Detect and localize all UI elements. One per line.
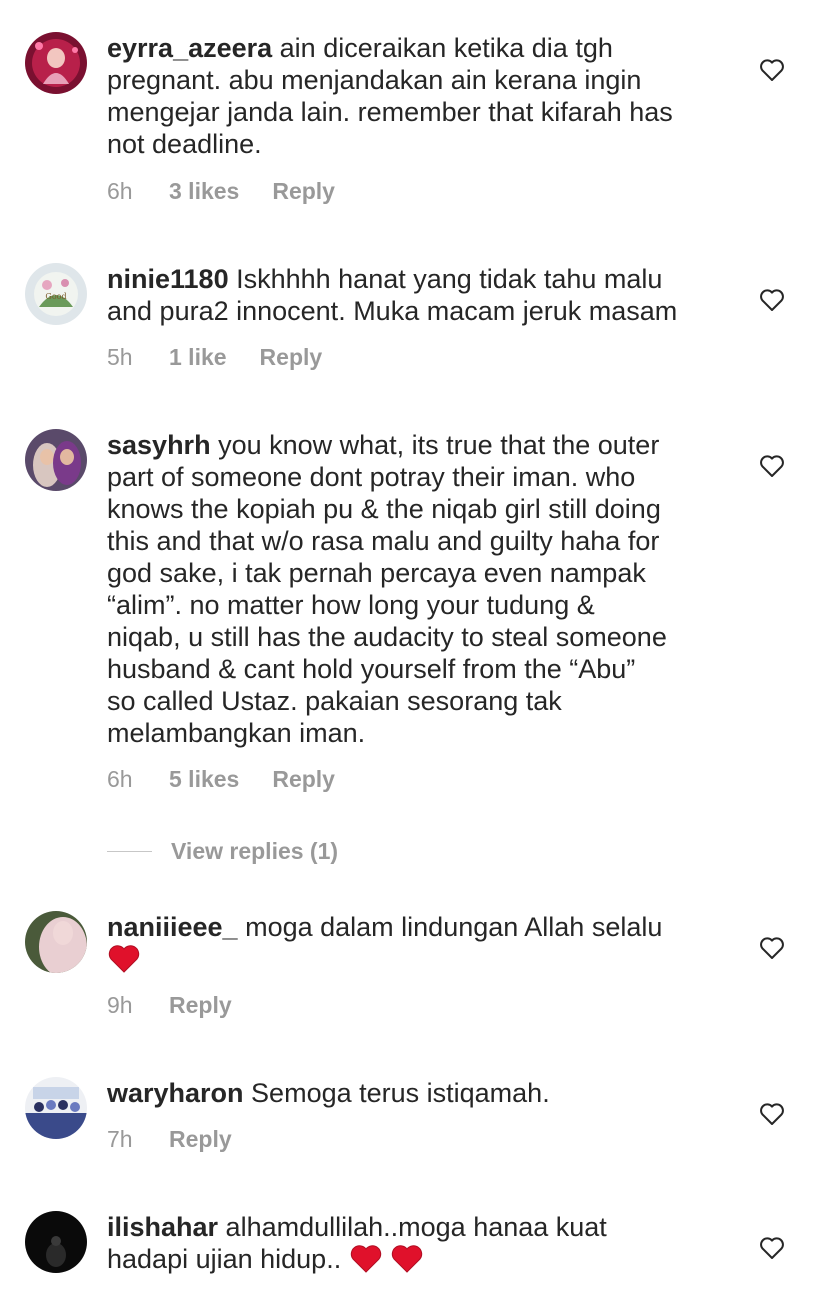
comment-body: you know what, its true that the outer p… [107,430,667,748]
reply-button[interactable]: Reply [272,178,335,205]
heart-outline-icon[interactable] [759,58,785,82]
avatar[interactable] [25,1077,87,1139]
svg-text:Good: Good [45,292,66,301]
comment-time: 6h [107,178,133,204]
comment-text: waryharon Semoga terus istiqamah. [107,1077,727,1109]
comment-time: 5h [107,344,133,370]
comment-body: moga dalam lindungan Allah selalu [245,912,663,942]
comment-text: eyrra_azeera ain diceraikan ketika dia t… [107,32,727,160]
reply-button[interactable]: Reply [169,1126,232,1153]
comment-time: 7h [107,1126,133,1152]
heart-outline-icon[interactable] [759,936,785,960]
avatar[interactable] [25,429,87,491]
heart-outline-icon[interactable] [759,288,785,312]
comment-username[interactable]: eyrra_azeera [107,33,272,63]
comment-body: Semoga terus istiqamah. [243,1078,550,1108]
divider-line [107,851,152,852]
red-heart-emoji-icon [392,1245,423,1273]
view-replies-label: View replies (1) [171,838,339,864]
avatar[interactable] [25,32,87,94]
comment-likes[interactable]: 1 like [169,344,227,371]
reply-button[interactable]: Reply [169,992,232,1019]
reply-button[interactable]: Reply [272,766,335,793]
avatar[interactable]: Good [25,263,87,325]
comment-likes[interactable]: 3 likes [169,178,239,205]
comment-time: 9h [107,992,133,1018]
comment-text: ninie1180 Iskhhhh hanat yang tidak tahu … [107,263,727,327]
heart-outline-icon[interactable] [759,1102,785,1126]
red-heart-emoji-icon [350,1245,381,1273]
heart-outline-icon[interactable] [759,1236,785,1260]
comment-meta: 6h 3 likes Reply [107,178,335,205]
comment-username[interactable]: ilishahar [107,1212,218,1242]
heart-outline-icon[interactable] [759,454,785,478]
comment-text: naniiieee_ moga dalam lindungan Allah se… [107,911,727,975]
red-heart-emoji-icon [108,945,140,973]
comment-text: sasyhrh you know what, its true that the… [107,429,727,749]
comment-meta: 7h Reply [107,1126,232,1153]
comment-username[interactable]: waryharon [107,1078,244,1108]
comment-text: ilishahar alhamdullilah..moga hanaa kuat… [107,1211,727,1275]
comment-username[interactable]: naniiieee_ [107,912,238,942]
comment-likes[interactable]: 5 likes [169,766,239,793]
comment-meta: 5h 1 like Reply [107,344,322,371]
avatar[interactable] [25,911,87,973]
reply-button[interactable]: Reply [260,344,323,371]
avatar[interactable] [25,1211,87,1273]
comment-time: 6h [107,766,133,792]
comment-username[interactable]: ninie1180 [107,264,229,294]
view-replies-button[interactable]: View replies (1) [107,838,338,865]
comment-meta: 6h 5 likes Reply [107,766,335,793]
comment-meta: 9h Reply [107,992,232,1019]
comment-username[interactable]: sasyhrh [107,430,211,460]
